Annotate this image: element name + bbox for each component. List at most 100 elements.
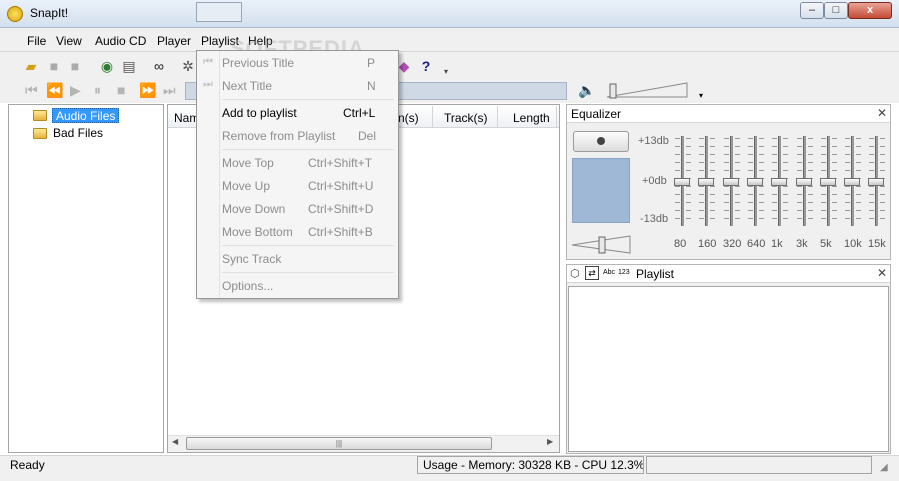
binoculars-icon[interactable]: ∞ bbox=[151, 58, 167, 74]
menu-file[interactable]: File bbox=[27, 34, 46, 48]
column-divider[interactable] bbox=[556, 106, 557, 127]
eq-tick bbox=[869, 194, 874, 195]
scroll-right-icon[interactable]: ▶ bbox=[547, 437, 553, 446]
eq-tick bbox=[710, 210, 715, 211]
eq-tick bbox=[710, 154, 715, 155]
volume-chevron-icon[interactable]: ▾ bbox=[699, 91, 703, 100]
eq-tick bbox=[724, 186, 729, 187]
column-divider[interactable] bbox=[497, 106, 498, 127]
open-folder-icon[interactable]: ▰ bbox=[23, 58, 39, 74]
eq-tick bbox=[783, 202, 788, 203]
scroll-left-icon[interactable]: ◀ bbox=[172, 437, 178, 446]
eq-tick bbox=[686, 194, 691, 195]
eq-tick bbox=[856, 218, 861, 219]
eq-tick bbox=[880, 138, 885, 139]
eq-tick bbox=[748, 186, 753, 187]
cd-icon[interactable]: ◉ bbox=[99, 58, 115, 74]
eq-tick bbox=[808, 146, 813, 147]
menu-audio-cd[interactable]: Audio CD bbox=[95, 34, 146, 48]
tree-item-audio-files[interactable]: Audio Files bbox=[52, 108, 120, 123]
menu-item-sync-track[interactable]: Sync Track bbox=[222, 252, 281, 266]
toolbar-dropdown-chevron-icon[interactable]: ▾ bbox=[438, 64, 454, 80]
menu-item-options[interactable]: Options... bbox=[222, 279, 273, 293]
eq-tick bbox=[880, 162, 885, 163]
eq-tick bbox=[772, 202, 777, 203]
menu-item-remove-from-playlist[interactable]: Remove from Playlist bbox=[222, 129, 335, 143]
menu-item-move-bottom[interactable]: Move Bottom bbox=[222, 225, 293, 239]
preamp-slider[interactable] bbox=[570, 233, 634, 257]
menu-item-next-title[interactable]: Next Title bbox=[222, 79, 272, 93]
speaker-icon[interactable]: 🔈 bbox=[578, 82, 595, 99]
rewind-icon[interactable]: ⏪ bbox=[46, 82, 63, 99]
cube-icon[interactable]: ⬡ bbox=[570, 267, 580, 280]
menu-item-move-up[interactable]: Move Up bbox=[222, 179, 270, 193]
eq-tick bbox=[797, 202, 802, 203]
menu-shortcut: N bbox=[367, 79, 376, 93]
eq-tick bbox=[856, 210, 861, 211]
menu-view[interactable]: View bbox=[56, 34, 82, 48]
settings-gear-icon[interactable]: ✲ bbox=[180, 58, 196, 74]
eq-tick bbox=[772, 154, 777, 155]
first-track-icon[interactable]: ⏮ bbox=[25, 82, 38, 99]
eq-tick bbox=[748, 154, 753, 155]
pause-icon[interactable]: ⏸ bbox=[94, 82, 101, 99]
eq-band-knob[interactable] bbox=[674, 178, 690, 186]
eq-tick bbox=[759, 138, 764, 139]
last-track-icon[interactable]: ⏭ bbox=[163, 82, 176, 99]
playlist-list[interactable] bbox=[568, 286, 889, 452]
eq-band-knob[interactable] bbox=[747, 178, 763, 186]
eq-tick bbox=[845, 202, 850, 203]
eq-tick bbox=[845, 194, 850, 195]
eq-tick bbox=[759, 210, 764, 211]
help-pointer-icon[interactable]: ? bbox=[418, 58, 434, 74]
close-button[interactable]: x bbox=[848, 2, 892, 19]
column-tracks[interactable]: Track(s) bbox=[444, 111, 488, 125]
play-icon[interactable]: ▶ bbox=[70, 82, 81, 99]
tree-item-bad-files[interactable]: Bad Files bbox=[53, 126, 103, 140]
fast-forward-icon[interactable]: ⏩ bbox=[139, 82, 156, 99]
sort-numeric-label[interactable]: 123 bbox=[618, 269, 630, 276]
menu-item-move-top[interactable]: Move Top bbox=[222, 156, 274, 170]
save-icon[interactable]: ■ bbox=[46, 58, 62, 74]
menu-separator bbox=[222, 272, 394, 273]
menu-item-move-down[interactable]: Move Down bbox=[222, 202, 285, 216]
eq-band-knob[interactable] bbox=[796, 178, 812, 186]
eq-band-knob[interactable] bbox=[723, 178, 739, 186]
eq-band-knob[interactable] bbox=[771, 178, 787, 186]
eq-band-knob[interactable] bbox=[698, 178, 714, 186]
eq-band-knob[interactable] bbox=[868, 178, 884, 186]
menu-player[interactable]: Player bbox=[157, 34, 191, 48]
column-length[interactable]: Length bbox=[513, 111, 550, 125]
preamp-knob[interactable] bbox=[598, 236, 606, 254]
eq-tick bbox=[797, 186, 802, 187]
eq-tick bbox=[699, 202, 704, 203]
menu-item-add-to-playlist[interactable]: Add to playlist bbox=[222, 106, 297, 120]
minimize-button[interactable]: – bbox=[800, 2, 824, 19]
scrollbar-thumb[interactable]: ||| bbox=[186, 437, 492, 450]
eq-band-knob[interactable] bbox=[820, 178, 836, 186]
sort-alpha-label[interactable]: Abc bbox=[603, 269, 615, 276]
column-divider[interactable] bbox=[432, 106, 433, 127]
eq-tick bbox=[710, 202, 715, 203]
eq-tick bbox=[783, 146, 788, 147]
volume-slider[interactable]: ▾ bbox=[605, 82, 705, 100]
equalizer-close-icon[interactable]: ✕ bbox=[877, 106, 887, 120]
eq-tick bbox=[724, 210, 729, 211]
menu-shortcut: Del bbox=[358, 129, 377, 143]
volume-knob[interactable] bbox=[609, 83, 617, 99]
menu-item-previous-title[interactable]: Previous Title bbox=[222, 56, 294, 70]
eq-tick bbox=[759, 162, 764, 163]
eq-tick bbox=[710, 138, 715, 139]
swap-icon[interactable]: ⇄ bbox=[585, 266, 599, 280]
resize-grip-icon[interactable]: ◢ bbox=[880, 462, 888, 473]
eq-tick bbox=[783, 154, 788, 155]
column-duration[interactable]: n(s) bbox=[398, 111, 419, 125]
eq-tick bbox=[869, 162, 874, 163]
stop-icon[interactable]: ■ bbox=[117, 82, 125, 98]
eq-tick bbox=[748, 170, 753, 171]
eq-band-knob[interactable] bbox=[844, 178, 860, 186]
properties-icon[interactable]: ▤ bbox=[121, 58, 137, 74]
maximize-button[interactable]: □ bbox=[824, 2, 848, 19]
save-all-icon[interactable]: ■ bbox=[67, 58, 83, 74]
playlist-close-icon[interactable]: ✕ bbox=[877, 266, 887, 280]
